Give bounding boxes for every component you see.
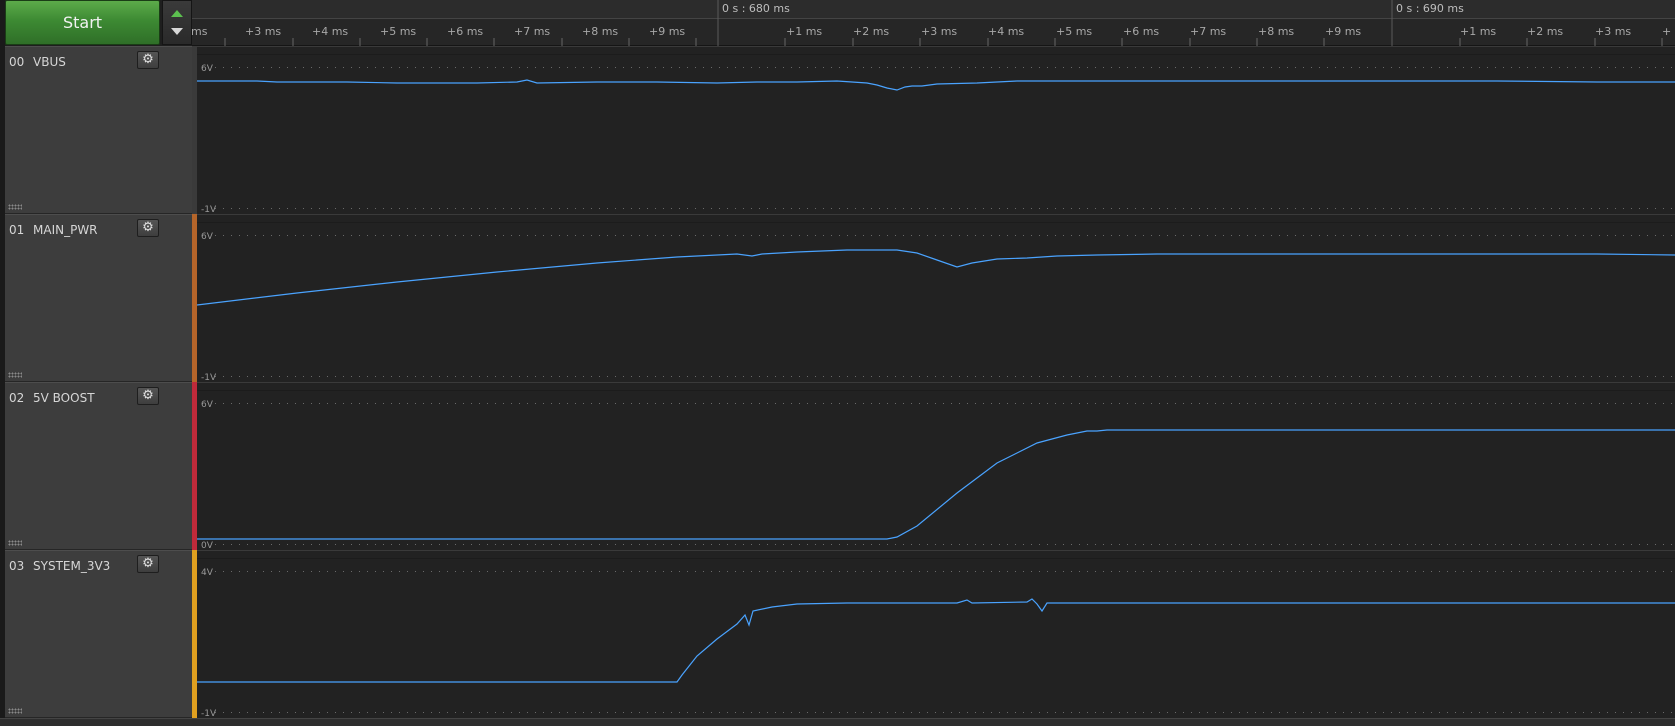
waveform-svg-03: 4V -1V — [197, 558, 1675, 719]
y-axis-max-label: 6V — [201, 232, 214, 242]
ruler-ticks-third-span: +1 ms +2 ms +3 ms + — [1459, 25, 1671, 46]
grip-icon[interactable] — [8, 372, 22, 378]
channel-index: 00 — [9, 55, 25, 69]
channel-index: 03 — [9, 559, 25, 573]
channel-name[interactable]: SYSTEM_3V3 — [33, 559, 110, 573]
ruler-tick-label: +3 ms — [921, 25, 957, 38]
time-ruler-svg: 0 s : 680 ms 0 s : 690 ms ms +3 ms +4 ms… — [192, 0, 1675, 46]
gear-icon: ⚙ — [142, 388, 154, 403]
start-button[interactable]: Start — [5, 0, 160, 45]
ruler-ticks-first-span: ms +3 ms +4 ms +5 ms +6 ms +7 ms +8 ms +… — [192, 25, 697, 46]
ruler-tick-label: +7 ms — [1190, 25, 1226, 38]
ruler-tick-label: +1 ms — [1460, 25, 1496, 38]
time-ruler[interactable]: 0 s : 680 ms 0 s : 690 ms ms +3 ms +4 ms… — [192, 0, 1675, 47]
ruler-tick-label: +1 ms — [786, 25, 822, 38]
gear-icon: ⚙ — [142, 556, 154, 571]
start-options-spinner[interactable] — [162, 0, 192, 45]
channel-row-03[interactable]: 03 SYSTEM_3V3 ⚙ — [5, 550, 192, 718]
ruler-tick-label: +2 ms — [853, 25, 889, 38]
channel-settings-button[interactable]: ⚙ — [137, 387, 159, 405]
ruler-tick-label: +9 ms — [649, 25, 685, 38]
ruler-tick-label: +4 ms — [988, 25, 1024, 38]
ruler-tick-label: +4 ms — [312, 25, 348, 38]
channel-name[interactable]: MAIN_PWR — [33, 223, 98, 237]
channel-settings-button[interactable]: ⚙ — [137, 555, 159, 573]
waveform-trace — [197, 429, 1675, 540]
y-axis-max-label: 4V — [201, 568, 214, 578]
channel-row-02[interactable]: 02 5V BOOST ⚙ — [5, 382, 192, 550]
arrow-up-icon[interactable] — [171, 10, 183, 17]
gear-icon: ⚙ — [142, 52, 154, 67]
waveform-trace — [197, 79, 1675, 91]
ruler-tick-label: +9 ms — [1325, 25, 1361, 38]
arrow-down-icon[interactable] — [171, 28, 183, 35]
ruler-tick-label: +7 ms — [514, 25, 550, 38]
waveform-svg-01: 6V -1V — [197, 222, 1675, 383]
grip-icon[interactable] — [8, 708, 22, 714]
gear-icon: ⚙ — [142, 220, 154, 235]
waveform-trace — [197, 249, 1675, 306]
channel-row-00[interactable]: 00 VBUS ⚙ — [5, 46, 192, 214]
channel-index: 01 — [9, 223, 25, 237]
waveform-plot-03[interactable]: 4V -1V — [197, 550, 1675, 719]
y-axis-max-label: 6V — [201, 64, 214, 74]
channel-index: 02 — [9, 391, 25, 405]
channel-settings-button[interactable]: ⚙ — [137, 51, 159, 69]
channel-name[interactable]: VBUS — [33, 55, 66, 69]
ruler-tick-label: +6 ms — [447, 25, 483, 38]
ruler-tick-label: ms — [192, 25, 208, 38]
ruler-ticks-second-span: +1 ms +2 ms +3 ms +4 ms +5 ms +6 ms +7 m… — [784, 25, 1361, 46]
waveform-plot-02[interactable]: 6V 0V — [197, 382, 1675, 551]
grip-icon[interactable] — [8, 204, 22, 210]
ruler-tick-label: +5 ms — [1056, 25, 1092, 38]
ruler-tick-label: +6 ms — [1123, 25, 1159, 38]
ruler-tick-label: +2 ms — [1527, 25, 1563, 38]
grip-icon[interactable] — [8, 540, 22, 546]
ruler-major-label: 0 s : 690 ms — [1396, 2, 1464, 15]
ruler-tick-label: +3 ms — [1595, 25, 1631, 38]
y-axis-max-label: 6V — [201, 400, 214, 410]
ruler-tick-label: +3 ms — [245, 25, 281, 38]
waveform-svg-00: 6V -1V — [197, 54, 1675, 215]
channel-name[interactable]: 5V BOOST — [33, 391, 95, 405]
waveform-plot-01[interactable]: 6V -1V — [197, 214, 1675, 383]
channel-settings-button[interactable]: ⚙ — [137, 219, 159, 237]
ruler-major-label: 0 s : 680 ms — [722, 2, 790, 15]
ruler-tick-label: +5 ms — [380, 25, 416, 38]
capture-controls: Start — [5, 0, 192, 46]
waveform-trace — [197, 598, 1675, 683]
waveform-svg-02: 6V 0V — [197, 390, 1675, 551]
ruler-tick-label: + — [1662, 25, 1671, 38]
ruler-tick-label: +8 ms — [1258, 25, 1294, 38]
ruler-tick-label: +8 ms — [582, 25, 618, 38]
start-button-label: Start — [62, 13, 103, 32]
channel-row-01[interactable]: 01 MAIN_PWR ⚙ — [5, 214, 192, 382]
waveform-plot-00[interactable]: 6V -1V — [197, 46, 1675, 215]
